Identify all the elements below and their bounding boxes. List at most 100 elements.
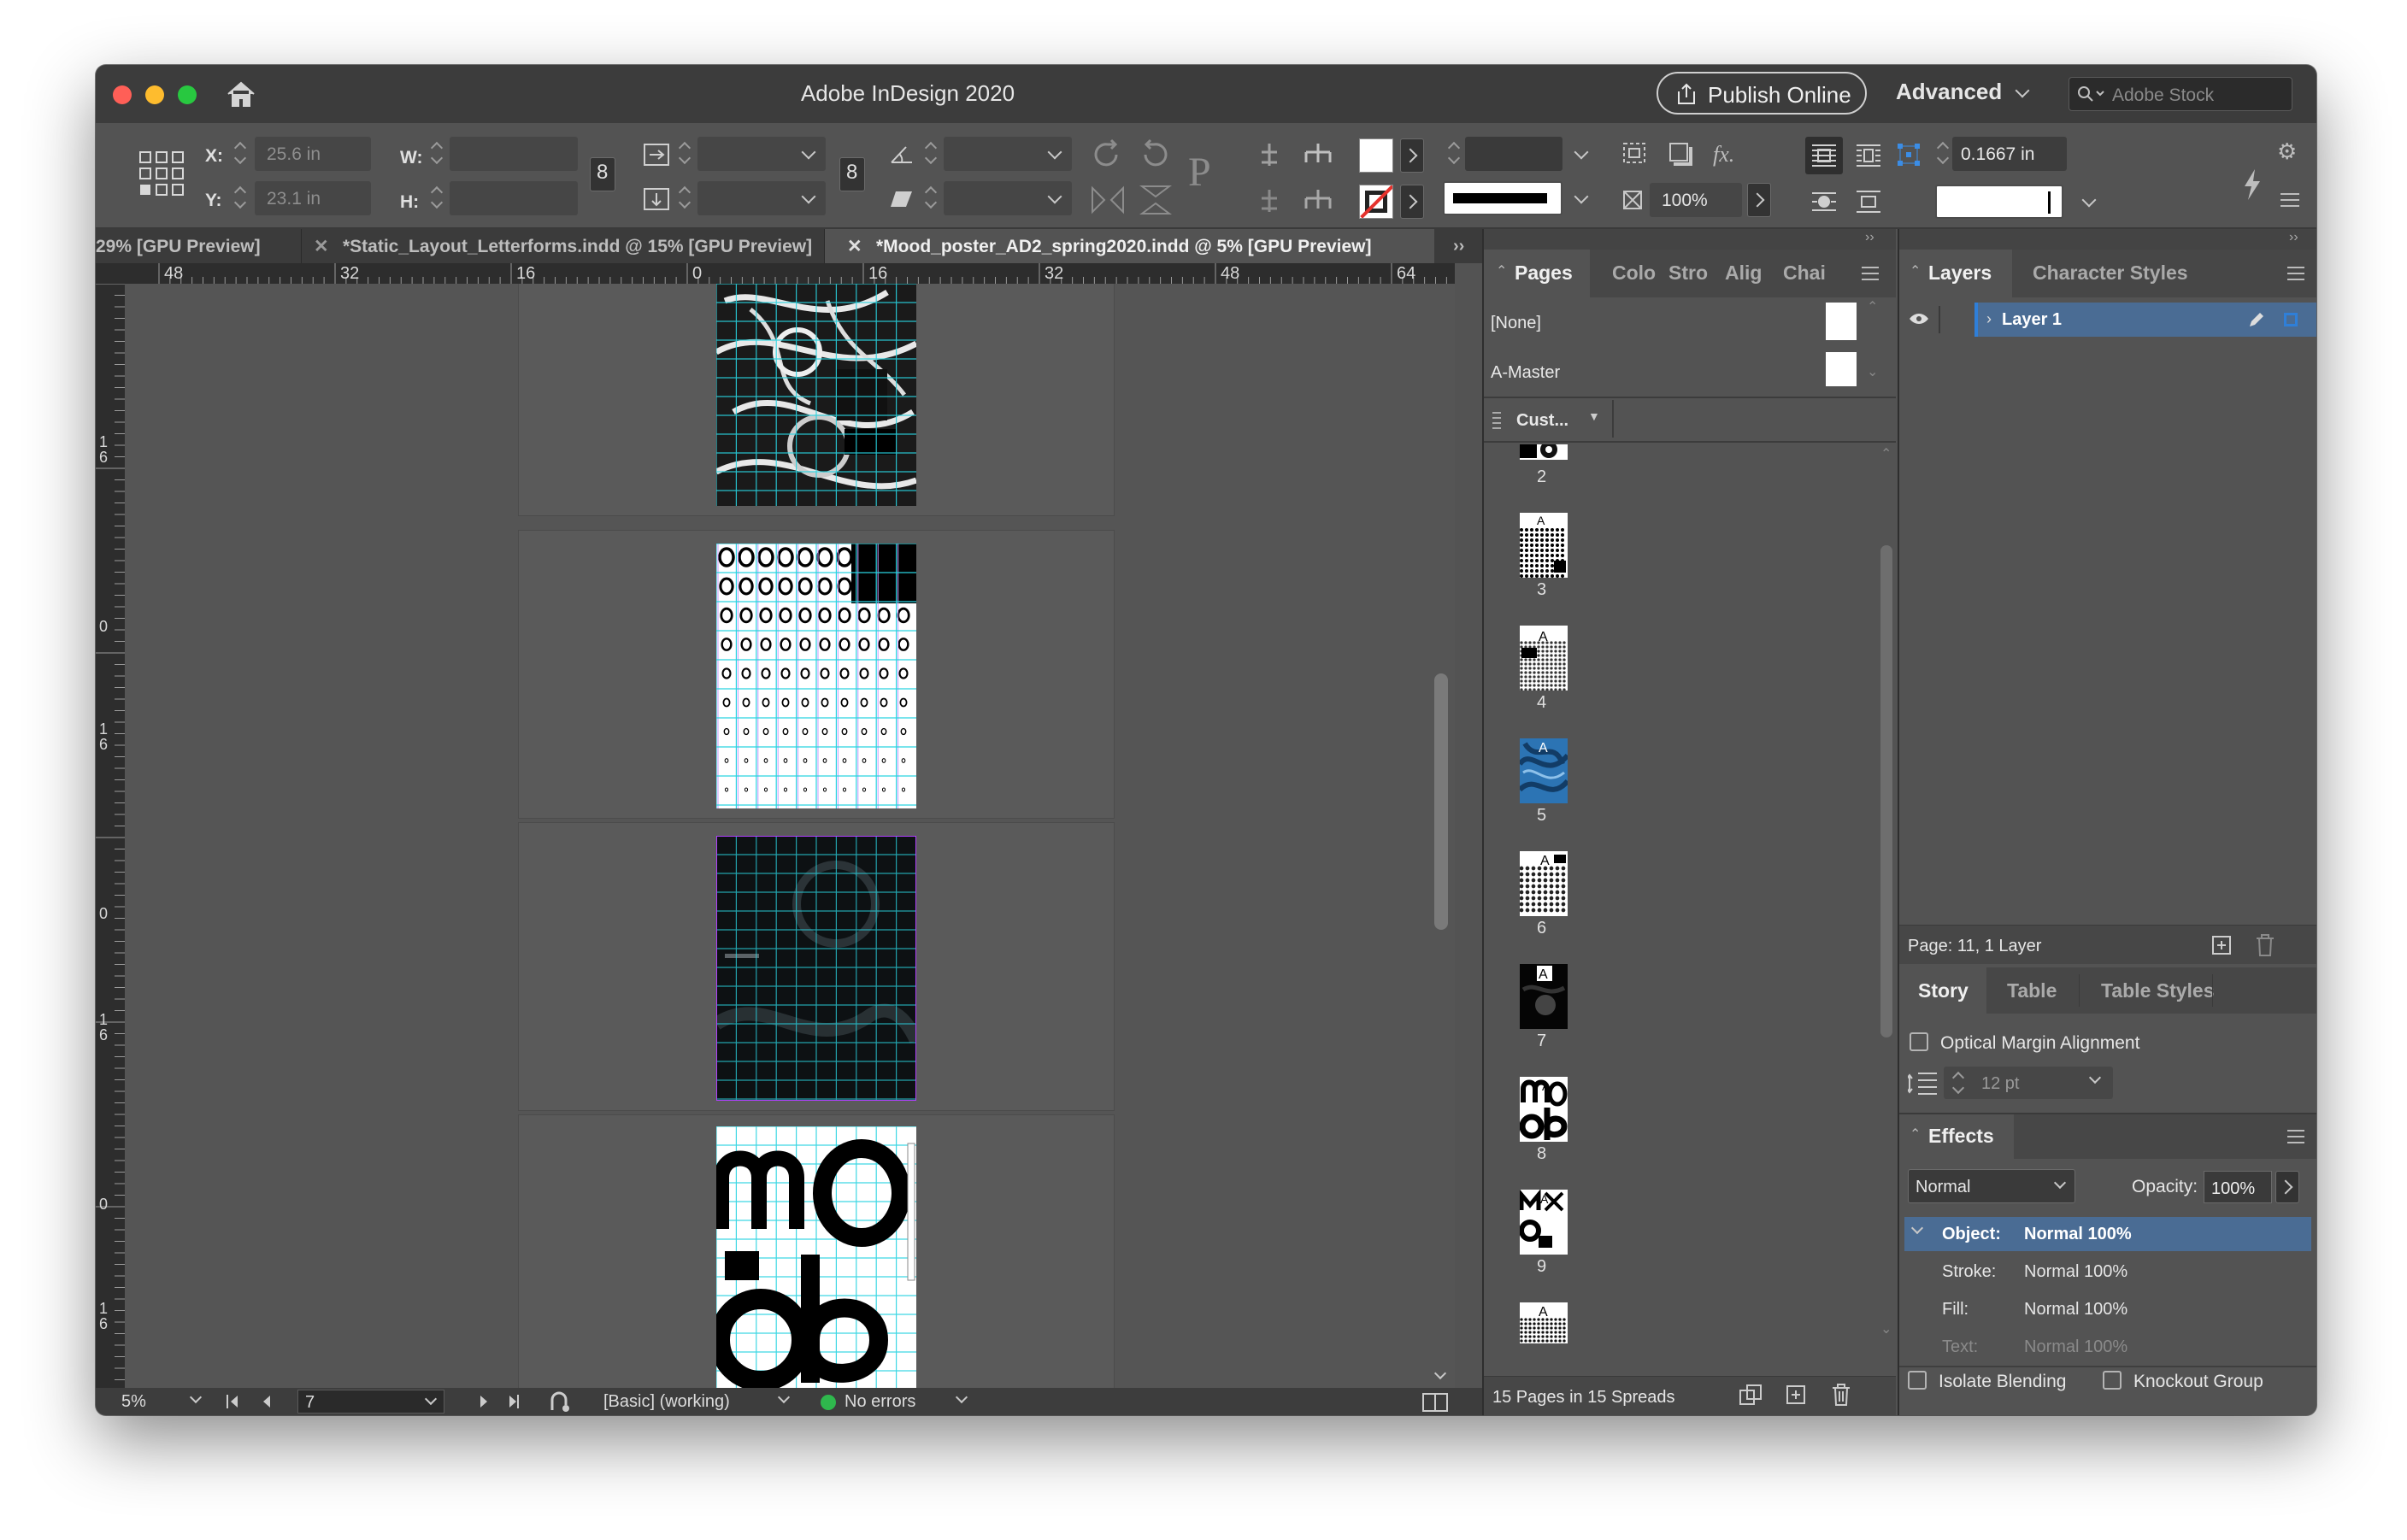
chevron-down-icon[interactable] [2081,192,2097,208]
preflight-icon[interactable] [547,1391,573,1414]
isolate-blending-checkbox[interactable] [1908,1371,1927,1390]
stroke-weight-field[interactable] [1465,137,1562,171]
shear-stepper[interactable] [925,185,937,210]
close-icon[interactable]: ✕ [314,238,329,256]
panel-menu-icon[interactable] [1860,265,1880,282]
chevron-down-icon[interactable] [189,1390,203,1404]
tab-stroke[interactable]: Stro [1668,263,1708,283]
select-previous-icon[interactable] [1255,186,1284,215]
split-window-icon[interactable] [1422,1393,1448,1412]
reference-point-icon[interactable] [138,150,185,197]
fill-menu-button[interactable] [1400,138,1424,173]
scale-x-stepper[interactable] [679,140,691,166]
page-nav-prev[interactable] [226,1393,294,1410]
tab-table[interactable]: Table [2007,981,2057,1001]
chevron-down-icon[interactable]: ⌄ [1867,366,1878,379]
master-none[interactable]: [None] [1491,314,1541,332]
close-icon[interactable]: ✕ [847,238,862,256]
chevron-down-icon[interactable] [1574,144,1589,160]
page-thumbnail-letterforms-o[interactable] [716,544,916,808]
stroke-width-field[interactable]: 0.1667 in [1952,137,2067,171]
constrain-proportions-button[interactable]: 8 [590,157,615,191]
master-thumbnail[interactable] [1826,303,1857,340]
page-number-field[interactable]: 7 [297,1390,444,1414]
panel-collapse-bar[interactable]: ›› [1899,229,2316,250]
constrain-scale-button[interactable]: 8 [839,157,865,191]
page-thumb-8[interactable]: A [1520,1077,1568,1142]
tab-color[interactable]: Colo [1612,263,1656,283]
wrap-jump-icon[interactable] [1855,188,1882,215]
preflight-profile[interactable]: [Basic] (working) [603,1393,730,1410]
effect-row-stroke[interactable]: Stroke: Normal 100% [1904,1255,2311,1289]
wrap-none-button[interactable] [1805,137,1843,174]
h-field[interactable] [450,181,578,215]
tab-table-styles[interactable]: Table Styles [2101,981,2215,1001]
select-container-icon[interactable] [1255,140,1284,169]
master-a[interactable]: A-Master [1491,364,1560,381]
document-canvas[interactable] [125,284,1455,1388]
tab-character[interactable]: Chai [1783,263,1826,283]
fx-icon[interactable]: fx. [1713,144,1734,166]
trash-icon[interactable] [1829,1382,1853,1408]
frame-grid-icon[interactable] [1896,142,1921,168]
object-style-field[interactable] [1935,185,2063,219]
stroke-width-stepper[interactable] [1937,140,1949,166]
wrap-shape-icon[interactable] [1810,188,1838,215]
lightning-icon[interactable] [2241,168,2263,202]
p-direction-icon[interactable]: P [1188,152,1211,193]
tab-character-styles[interactable]: Character Styles [2033,263,2188,283]
h-stepper[interactable] [431,185,443,210]
opacity-slider-button[interactable] [2275,1171,2299,1203]
page-thumb-7[interactable]: A [1520,964,1568,1029]
optical-size-field[interactable]: 12 pt [1944,1067,2113,1099]
page-thumbnail-poster-1[interactable] [716,284,916,506]
new-page-icon[interactable] [1785,1384,1809,1408]
stroke-swatch[interactable] [1359,185,1393,219]
chevron-down-icon[interactable] [1574,189,1589,204]
select-content-icon[interactable] [1301,140,1335,169]
stroke-menu-button[interactable] [1400,185,1424,219]
wrap-bounding-icon[interactable] [1855,142,1882,169]
tab-static-layout[interactable]: ✕ *Static_Layout_Letterforms.indd @ 15% … [301,229,824,263]
more-tabs-button[interactable]: ›› [1446,229,1480,263]
new-layer-icon[interactable] [2210,934,2233,956]
page-thumb-10[interactable]: A [1520,1302,1568,1343]
panel-menu-icon[interactable] [2286,265,2306,282]
y-stepper[interactable] [234,185,246,210]
workspace-switcher[interactable]: Advanced [1896,80,2002,103]
scale-y-stepper[interactable] [679,185,691,210]
opacity-menu-button[interactable] [1747,183,1771,217]
page-thumb-3[interactable]: A [1520,513,1568,578]
fill-swatch[interactable] [1359,138,1393,173]
page-thumb-4[interactable]: A [1520,626,1568,691]
tab-effects[interactable]: ⌃ Effects [1899,1114,2014,1159]
rotate-counterclockwise-icon[interactable] [1139,138,1171,171]
publish-online-button[interactable]: Publish Online [1657,72,1867,115]
chevron-right-icon[interactable]: › [1986,311,1992,326]
panel-menu-icon[interactable] [2286,1128,2306,1145]
layer-color-swatch[interactable] [2284,313,2298,326]
scrollbar-thumb[interactable] [1434,673,1448,930]
chevron-down-icon[interactable] [1433,1367,1447,1380]
zoom-level[interactable]: 5% [121,1393,146,1410]
stroke-type-field[interactable] [1443,181,1562,215]
panel-menu-icon[interactable] [2279,191,2301,209]
page-nav-next[interactable] [465,1393,525,1410]
page-thumbnail-list[interactable]: 2 A 3 A 4 A 5 A 6 A 7 A 8 A 9 A [1484,444,1877,1343]
edit-page-size-icon[interactable] [1737,1384,1764,1408]
w-field[interactable] [450,137,578,171]
effect-row-fill[interactable]: Fill: Normal 100% [1904,1292,2311,1326]
page-thumbnail-letterforms-mo[interactable] [716,1126,916,1388]
visibility-eye-icon[interactable] [1908,311,1930,326]
drop-shadow-icon[interactable] [1667,140,1696,168]
gear-icon[interactable]: ⚙ [2277,140,2297,162]
chevron-down-icon[interactable] [777,1390,791,1404]
tab-document-1[interactable]: 29% [GPU Preview] [96,229,282,263]
x-stepper[interactable] [234,140,246,166]
select-next-icon[interactable] [1301,186,1335,215]
page-thumb-5[interactable]: A [1520,738,1568,803]
rotate-clockwise-icon[interactable] [1091,138,1123,171]
stroke-weight-stepper[interactable] [1448,140,1460,166]
fit-frame-icon[interactable] [1621,140,1650,168]
tab-mood-poster[interactable]: ✕ *Mood_poster_AD2_spring2020.indd @ 5% … [824,229,1434,263]
